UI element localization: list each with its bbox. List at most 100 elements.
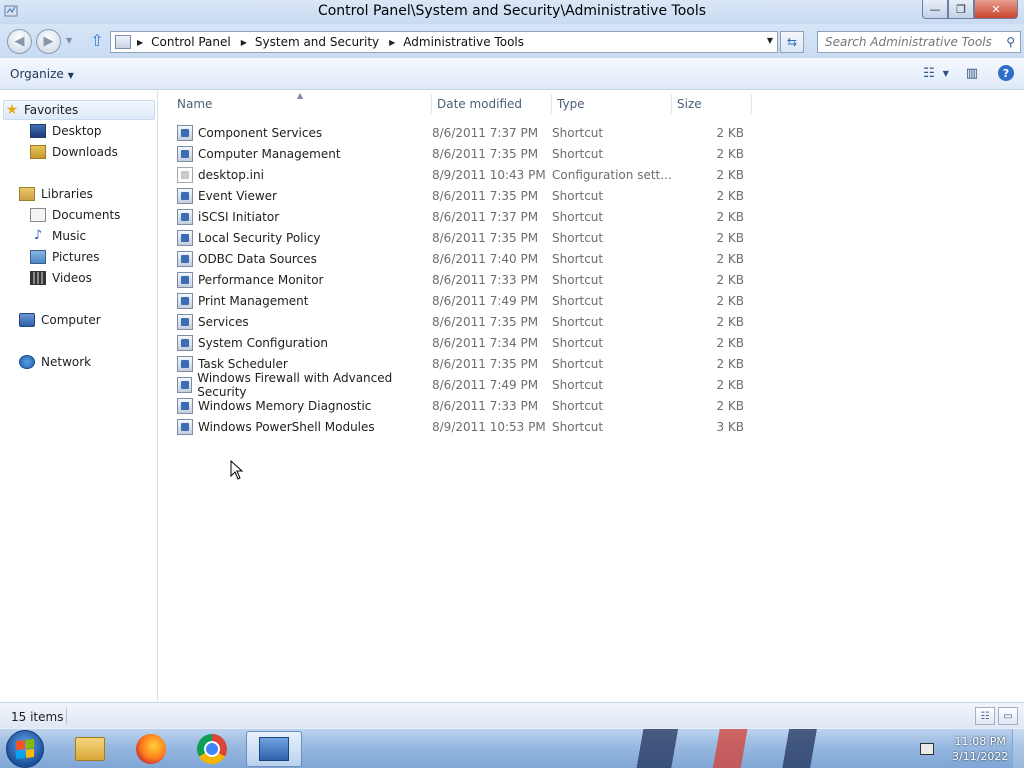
close-button[interactable]: ✕ — [974, 0, 1018, 19]
file-type: Shortcut — [552, 146, 604, 161]
file-name: Component Services — [198, 125, 323, 140]
breadcrumb-administrative-tools[interactable]: Administrative Tools — [403, 35, 524, 49]
chevron-right-icon[interactable]: ▶ — [137, 38, 143, 47]
file-row[interactable]: Local Security Policy 8/6/2011 7:35 PM Sho… — [172, 227, 744, 248]
change-view-button[interactable]: ☷ ▼ — [923, 64, 949, 82]
command-bar: Organize ▼ ☷ ▼ ▥ ? — [0, 58, 1024, 90]
file-row[interactable]: iSCSI Initiator 8/6/2011 7:37 PM Shortcut 2… — [172, 206, 744, 227]
minimize-button[interactable]: — — [922, 0, 948, 19]
file-name: Windows PowerShell Modules — [198, 419, 375, 434]
address-bar[interactable]: ▶ Control Panel ▶ System and Security ▶ … — [110, 31, 778, 53]
file-type: Shortcut — [552, 419, 604, 434]
sidebar-item-downloads[interactable]: Downloads — [30, 142, 118, 162]
file-row[interactable]: Windows PowerShell Modules 8/9/2011 10:53… — [172, 416, 744, 437]
clock-date: 3/11/2022 — [952, 750, 1009, 763]
forward-button[interactable]: ▶ — [36, 29, 61, 54]
address-dropdown-icon[interactable]: ▼ — [767, 36, 773, 45]
shortcut-icon — [177, 334, 193, 351]
sidebar-item-computer[interactable]: Computer — [19, 310, 101, 330]
network-tray-icon[interactable] — [920, 743, 934, 755]
file-row[interactable]: Windows Firewall with Advanced Security 8… — [172, 371, 744, 399]
chevron-right-icon[interactable]: ▶ — [389, 38, 395, 47]
up-arrow-icon[interactable]: ⇧ — [88, 32, 106, 50]
sidebar-item-favorites[interactable]: ★ Favorites — [3, 100, 155, 120]
file-row[interactable]: System Configuration 8/6/2011 7:34 PM Shor… — [172, 332, 744, 353]
file-row[interactable]: Services 8/6/2011 7:35 PM Shortcut 2 KB — [172, 311, 744, 332]
file-date: 8/6/2011 7:34 PM — [432, 335, 539, 350]
navigation-bar: ◀ ▶ ▼ ⇧ ▶ Control Panel ▶ System and Sec… — [0, 24, 1024, 58]
file-name: Local Security Policy — [198, 230, 321, 245]
start-button[interactable] — [6, 730, 44, 768]
show-desktop-button[interactable] — [1012, 729, 1024, 768]
recent-pages-dropdown[interactable]: ▼ — [66, 36, 72, 45]
column-header-size[interactable]: Size — [672, 94, 752, 114]
back-arrow-icon: ◀ — [14, 34, 25, 49]
back-button[interactable]: ◀ — [7, 29, 32, 54]
details-view-button[interactable]: ☷ — [975, 707, 995, 725]
sidebar-item-music[interactable]: ♪ Music — [30, 226, 86, 246]
file-row[interactable]: Event Viewer 8/6/2011 7:35 PM Shortcut 2 KB — [172, 185, 744, 206]
sidebar-item-desktop[interactable]: Desktop — [30, 121, 102, 141]
file-type: Shortcut — [552, 335, 604, 350]
organize-menu-button[interactable]: Organize ▼ — [10, 67, 74, 81]
chevron-right-icon[interactable]: ▶ — [241, 38, 247, 47]
sidebar-item-libraries[interactable]: Libraries — [19, 184, 93, 204]
taskbar-explorer[interactable] — [62, 731, 118, 767]
shortcut-icon — [177, 208, 193, 225]
sidebar-item-documents[interactable]: Documents — [30, 205, 120, 225]
file-row[interactable]: Print Management 8/6/2011 7:49 PM Shortcut… — [172, 290, 744, 311]
title-bar[interactable]: Control Panel\System and Security\Admini… — [0, 0, 1024, 24]
file-type: Shortcut — [552, 188, 604, 203]
sidebar-item-network[interactable]: Network — [19, 352, 91, 372]
file-row[interactable]: ODBC Data Sources 8/6/2011 7:40 PM Shortcu… — [172, 248, 744, 269]
large-icons-view-button[interactable]: ▭ — [998, 707, 1018, 725]
settings-file-icon — [177, 166, 193, 183]
downloads-folder-icon — [30, 145, 46, 159]
file-name: desktop.ini — [198, 167, 264, 182]
search-icon[interactable]: ⚲ — [1006, 35, 1015, 49]
file-row[interactable]: Performance Monitor 8/6/2011 7:33 PM Short… — [172, 269, 744, 290]
search-box[interactable]: ⚲ — [817, 31, 1021, 53]
file-name-cell: Component Services — [172, 124, 432, 141]
shortcut-icon — [177, 271, 193, 288]
file-row[interactable]: Windows Memory Diagnostic 8/6/2011 7:33 P… — [172, 395, 744, 416]
sidebar-item-videos[interactable]: Videos — [30, 268, 92, 288]
file-type: Shortcut — [552, 251, 604, 266]
firefox-icon — [136, 734, 166, 764]
file-name: Windows Memory Diagnostic — [198, 398, 372, 413]
taskbar-firefox[interactable] — [123, 731, 179, 767]
shortcut-icon — [177, 355, 193, 372]
refresh-button[interactable]: ⇆ — [780, 31, 804, 53]
column-header-type[interactable]: Type — [552, 94, 672, 114]
breadcrumb-control-panel[interactable]: Control Panel — [151, 35, 231, 49]
file-name-cell: iSCSI Initiator — [172, 208, 432, 225]
preview-pane-button[interactable]: ▥ — [962, 64, 982, 82]
file-name: Services — [198, 314, 249, 329]
taskbar-control-panel[interactable] — [246, 731, 302, 767]
file-name: ODBC Data Sources — [198, 251, 317, 266]
file-name: Task Scheduler — [198, 356, 288, 371]
star-icon: ★ — [5, 102, 19, 118]
file-size: 2 KB — [716, 272, 744, 287]
wallpaper-decoration — [574, 729, 914, 768]
column-header-name[interactable]: ▲ Name — [172, 91, 432, 114]
organize-label: Organize — [10, 67, 64, 81]
file-date: 8/6/2011 7:35 PM — [432, 356, 539, 371]
help-icon[interactable]: ? — [998, 65, 1014, 81]
system-tray: 11:08 PM 3/11/2022 — [914, 729, 1024, 768]
search-input[interactable] — [818, 32, 994, 52]
file-date: 8/6/2011 7:35 PM — [432, 146, 539, 161]
sort-ascending-icon: ▲ — [297, 91, 304, 100]
sidebar-item-pictures[interactable]: Pictures — [30, 247, 100, 267]
network-icon — [19, 355, 35, 369]
file-row[interactable]: Computer Management 8/6/2011 7:35 PM Short… — [172, 143, 744, 164]
column-header-date-modified[interactable]: Date modified — [432, 94, 552, 114]
file-row[interactable]: desktop.ini 8/9/2011 10:43 PM Configuratio… — [172, 164, 744, 185]
mouse-cursor-icon — [230, 460, 244, 480]
taskbar-chrome[interactable] — [184, 731, 240, 767]
breadcrumb-system-and-security[interactable]: System and Security — [255, 35, 379, 49]
maximize-button[interactable]: ❐ — [948, 0, 974, 19]
file-type: Shortcut — [552, 293, 604, 308]
file-row[interactable]: Component Services 8/6/2011 7:37 PM Shortc… — [172, 122, 744, 143]
clock[interactable]: 11:08 PM 3/11/2022 — [952, 734, 1008, 764]
